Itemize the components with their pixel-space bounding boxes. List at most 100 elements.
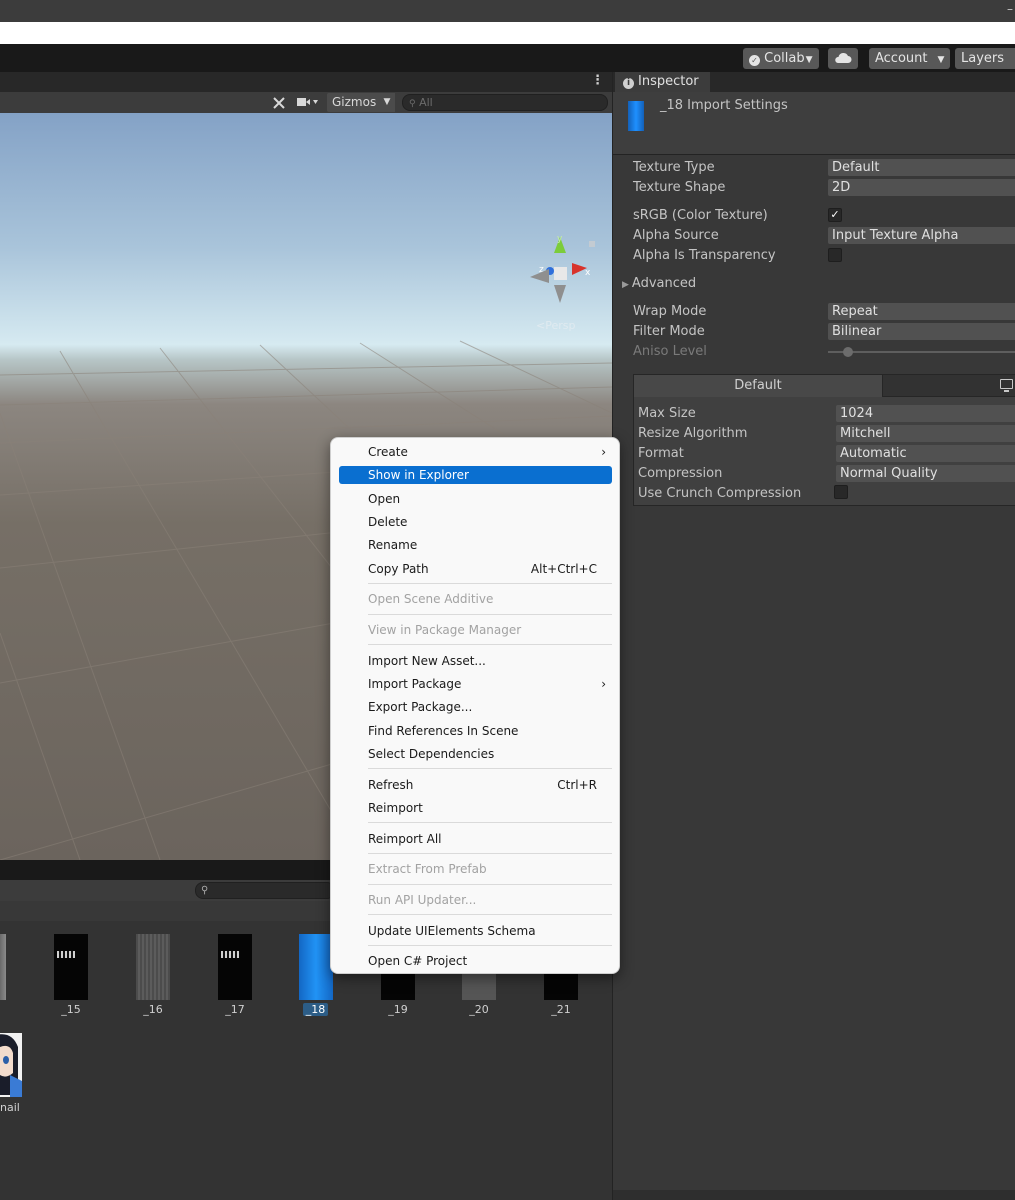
scene-search-placeholder: All [419, 96, 433, 109]
scene-search-input[interactable]: ⚲ All [402, 94, 608, 111]
format-dropdown[interactable]: Automatic [836, 445, 1015, 462]
gizmos-dropdown-icon[interactable]: ▼ [379, 93, 395, 112]
menu-item-label: Reimport [368, 801, 423, 815]
menu-item-import-new-asset[interactable]: Import New Asset... [339, 652, 612, 670]
menu-item-export-package[interactable]: Export Package... [339, 698, 612, 716]
max-size-dropdown[interactable]: 1024 [836, 405, 1015, 422]
platform-settings: Default Max Size 1024 Resize Algorithm M… [633, 374, 1015, 506]
menu-item-label: Reimport All [368, 832, 442, 846]
advanced-label: Advanced [631, 276, 697, 291]
menu-item-label: Open Scene Additive [368, 592, 494, 606]
asset-thumbnail[interactable] [54, 934, 88, 1000]
menu-item-update-uielements-schema[interactable]: Update UIElements Schema [339, 922, 612, 940]
menu-item-find-references[interactable]: Find References In Scene [339, 722, 612, 740]
advanced-foldout[interactable]: ▶ Advanced [622, 276, 696, 291]
inspector-panel: i Inspector _18 Import Settings Texture T… [612, 72, 1015, 1200]
srgb-checkbox[interactable]: ✓ [828, 208, 842, 222]
menu-item-rename[interactable]: Rename [339, 536, 612, 554]
menu-item-open[interactable]: Open [339, 490, 612, 508]
menu-item-run-api-updater: Run API Updater... [339, 891, 612, 909]
projection-label[interactable]: <Persp [536, 319, 575, 332]
cloud-icon [835, 52, 852, 63]
menu-item-label: Copy Path [368, 562, 429, 576]
menu-item-label: Rename [368, 538, 418, 552]
check-circle-icon: ✓ [749, 55, 760, 66]
tab-platform-standalone[interactable] [882, 375, 1015, 397]
inspector-tab-label: Inspector [638, 74, 699, 89]
camera-icon[interactable] [297, 93, 319, 112]
collab-label: Collab [764, 51, 805, 66]
menu-item-refresh[interactable]: Refresh Ctrl+R [339, 776, 612, 794]
texture-shape-dropdown[interactable]: 2D [828, 179, 1015, 196]
wrap-mode-dropdown[interactable]: Repeat [828, 303, 1015, 320]
menu-item-label: Create [368, 445, 408, 459]
menu-item-label: Refresh [368, 778, 414, 792]
compression-label: Compression [638, 466, 723, 481]
layers-dropdown[interactable]: Layers [955, 48, 1015, 69]
menu-item-label: Export Package... [368, 700, 473, 714]
asset-thumbnail[interactable] [218, 934, 252, 1000]
menu-item-reimport[interactable]: Reimport [339, 799, 612, 817]
tools-icon[interactable] [272, 93, 286, 112]
window-titlebar: – [0, 0, 1015, 22]
asset-label: _17 [225, 1003, 245, 1016]
alpha-source-dropdown[interactable]: Input Texture Alpha [828, 227, 1015, 244]
asset-thumbnail-selected[interactable] [299, 934, 333, 1000]
max-size-label: Max Size [638, 406, 696, 421]
menu-item-label: View in Package Manager [368, 623, 522, 637]
asset-thumbnail-partial[interactable] [0, 934, 6, 1000]
texture-icon [628, 101, 644, 131]
menu-item-copy-path[interactable]: Copy Path Alt+Ctrl+C [339, 560, 612, 578]
orientation-gizmo[interactable]: y x z [525, 233, 595, 308]
menu-item-select-dependencies[interactable]: Select Dependencies [339, 745, 612, 763]
format-label: Format [638, 446, 684, 461]
crunch-compression-checkbox[interactable] [834, 485, 848, 499]
tab-inspector[interactable]: i Inspector [615, 72, 710, 92]
alpha-transparency-checkbox[interactable] [828, 248, 842, 262]
asset-label: _15 [61, 1003, 81, 1016]
project-search-input[interactable]: ⚲ [195, 882, 335, 899]
avatar-thumbnail[interactable] [0, 1033, 22, 1097]
inspector-tabbar: i Inspector [613, 72, 1015, 92]
menu-separator [368, 945, 612, 946]
gizmos-label: Gizmos [332, 95, 377, 109]
asset-label: _16 [143, 1003, 163, 1016]
menu-item-label: Extract From Prefab [368, 862, 487, 876]
cloud-button[interactable] [828, 48, 858, 69]
menu-item-show-in-explorer[interactable]: Show in Explorer [339, 466, 612, 484]
more-options-icon[interactable]: ⋮ [591, 73, 604, 88]
menu-item-label: Show in Explorer [368, 468, 469, 482]
resize-algorithm-dropdown[interactable]: Mitchell [836, 425, 1015, 442]
menu-item-reimport-all[interactable]: Reimport All [339, 830, 612, 848]
avatar-label: nail [0, 1101, 20, 1114]
asset-thumbnail[interactable] [136, 934, 170, 1000]
tab-platform-default[interactable]: Default [634, 375, 882, 397]
menu-item-delete[interactable]: Delete [339, 513, 612, 531]
menu-item-shortcut: Ctrl+R [557, 778, 597, 792]
menu-item-create[interactable]: Create › [339, 443, 612, 461]
wrap-mode-label: Wrap Mode [633, 304, 707, 319]
gizmos-button[interactable]: Gizmos [327, 93, 382, 112]
svg-text:x: x [585, 268, 591, 278]
menu-item-label: Update UIElements Schema [368, 924, 536, 938]
menu-item-label: Import Package [368, 677, 462, 691]
aniso-level-slider-thumb[interactable] [843, 347, 853, 357]
menu-item-view-in-package-manager: View in Package Manager [339, 621, 612, 639]
main-toolbar: ✓ Collab▼ Account ▼ Layers [0, 44, 1015, 72]
aniso-level-slider[interactable] [828, 351, 1015, 353]
menu-separator [368, 614, 612, 615]
filter-mode-dropdown[interactable]: Bilinear [828, 323, 1015, 340]
asset-label: _21 [551, 1003, 571, 1016]
collab-button[interactable]: ✓ Collab▼ [743, 48, 819, 69]
menu-item-open-csharp-project[interactable]: Open C# Project [339, 952, 612, 970]
menu-item-label: Import New Asset... [368, 654, 486, 668]
minimize-button[interactable]: – [1007, 2, 1013, 16]
texture-shape-label: Texture Shape [633, 180, 726, 195]
menu-separator [368, 644, 612, 645]
texture-type-dropdown[interactable]: Default [828, 159, 1015, 176]
menu-separator [368, 914, 612, 915]
srgb-label: sRGB (Color Texture) [633, 208, 768, 223]
account-dropdown[interactable]: Account ▼ [869, 48, 951, 69]
menu-item-import-package[interactable]: Import Package › [339, 675, 612, 693]
compression-dropdown[interactable]: Normal Quality [836, 465, 1015, 482]
